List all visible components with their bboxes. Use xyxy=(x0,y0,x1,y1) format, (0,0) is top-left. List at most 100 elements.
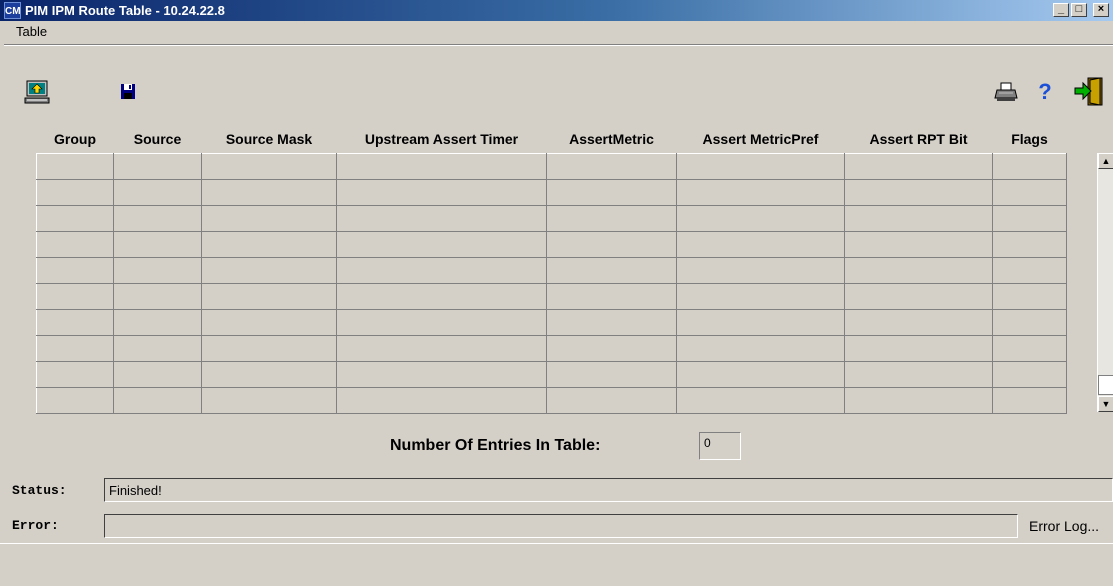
table-cell[interactable] xyxy=(336,179,547,206)
minimize-button[interactable]: _ xyxy=(1053,3,1069,17)
table-cell[interactable] xyxy=(201,309,337,336)
table-cell[interactable] xyxy=(546,309,677,336)
title-bar[interactable]: CM PIM IPM Route Table - 10.24.22.8 _ □ … xyxy=(0,0,1113,21)
scroll-thumb[interactable] xyxy=(1098,375,1113,395)
table-cell[interactable] xyxy=(336,257,547,284)
table-cell[interactable] xyxy=(36,283,114,310)
table-cell[interactable] xyxy=(844,361,993,388)
table-cell[interactable] xyxy=(676,309,845,336)
table-row[interactable] xyxy=(36,179,1067,206)
table-cell[interactable] xyxy=(201,257,337,284)
table-cell[interactable] xyxy=(676,361,845,388)
maximize-button[interactable]: □ xyxy=(1071,3,1087,17)
table-cell[interactable] xyxy=(992,387,1067,414)
table-cell[interactable] xyxy=(844,387,993,414)
table-cell[interactable] xyxy=(844,257,993,284)
table-cell[interactable] xyxy=(113,309,202,336)
table-cell[interactable] xyxy=(113,257,202,284)
table-cell[interactable] xyxy=(844,231,993,258)
table-cell[interactable] xyxy=(676,231,845,258)
table-row[interactable] xyxy=(36,387,1067,414)
table-cell[interactable] xyxy=(336,153,547,180)
table-row[interactable] xyxy=(36,361,1067,388)
table-cell[interactable] xyxy=(546,283,677,310)
error-log-button[interactable]: Error Log... xyxy=(1029,518,1099,534)
table-row[interactable] xyxy=(36,205,1067,232)
table-cell[interactable] xyxy=(201,205,337,232)
table-cell[interactable] xyxy=(992,205,1067,232)
table-row[interactable] xyxy=(36,335,1067,362)
table-cell[interactable] xyxy=(201,283,337,310)
table-cell[interactable] xyxy=(201,387,337,414)
table-cell[interactable] xyxy=(546,257,677,284)
table-cell[interactable] xyxy=(113,335,202,362)
table-cell[interactable] xyxy=(844,335,993,362)
table-cell[interactable] xyxy=(336,283,547,310)
table-cell[interactable] xyxy=(546,153,677,180)
table-cell[interactable] xyxy=(992,257,1067,284)
column-header-assert-metric-pref[interactable]: Assert MetricPref xyxy=(677,125,845,154)
table-cell[interactable] xyxy=(676,283,845,310)
table-cell[interactable] xyxy=(844,309,993,336)
table-cell[interactable] xyxy=(676,179,845,206)
table-cell[interactable] xyxy=(201,231,337,258)
scroll-up-button[interactable]: ▲ xyxy=(1098,153,1113,169)
table-cell[interactable] xyxy=(36,205,114,232)
table-cell[interactable] xyxy=(992,179,1067,206)
route-table[interactable]: Group Source Source Mask Upstream Assert… xyxy=(36,125,1067,421)
table-cell[interactable] xyxy=(546,335,677,362)
table-cell[interactable] xyxy=(336,335,547,362)
table-row[interactable] xyxy=(36,257,1067,284)
table-cell[interactable] xyxy=(676,335,845,362)
column-header-source[interactable]: Source xyxy=(114,125,202,154)
table-cell[interactable] xyxy=(676,153,845,180)
exit-button[interactable] xyxy=(1072,76,1103,106)
table-cell[interactable] xyxy=(201,179,337,206)
table-cell[interactable] xyxy=(844,205,993,232)
table-cell[interactable] xyxy=(36,231,114,258)
table-cell[interactable] xyxy=(36,361,114,388)
table-cell[interactable] xyxy=(992,335,1067,362)
table-cell[interactable] xyxy=(992,231,1067,258)
table-cell[interactable] xyxy=(113,387,202,414)
table-cell[interactable] xyxy=(113,283,202,310)
table-cell[interactable] xyxy=(336,361,547,388)
table-cell[interactable] xyxy=(36,257,114,284)
print-button[interactable] xyxy=(993,80,1021,108)
scroll-down-button[interactable]: ▼ xyxy=(1098,396,1113,412)
table-cell[interactable] xyxy=(36,309,114,336)
table-row[interactable] xyxy=(36,231,1067,258)
table-row[interactable] xyxy=(36,309,1067,336)
table-cell[interactable] xyxy=(336,387,547,414)
menu-table[interactable]: Table xyxy=(16,24,47,39)
table-cell[interactable] xyxy=(844,179,993,206)
table-cell[interactable] xyxy=(113,361,202,388)
table-cell[interactable] xyxy=(201,335,337,362)
table-cell[interactable] xyxy=(113,205,202,232)
app-icon[interactable]: CM xyxy=(4,2,21,19)
table-cell[interactable] xyxy=(992,361,1067,388)
table-cell[interactable] xyxy=(36,387,114,414)
retrieve-button[interactable] xyxy=(24,78,52,106)
table-cell[interactable] xyxy=(113,153,202,180)
column-header-upstream-assert-timer[interactable]: Upstream Assert Timer xyxy=(337,125,547,154)
table-cell[interactable] xyxy=(201,153,337,180)
table-cell[interactable] xyxy=(336,231,547,258)
table-cell[interactable] xyxy=(36,153,114,180)
column-header-assert-metric[interactable]: AssertMetric xyxy=(547,125,677,154)
table-cell[interactable] xyxy=(844,283,993,310)
column-header-group[interactable]: Group xyxy=(37,125,114,154)
table-cell[interactable] xyxy=(201,361,337,388)
table-cell[interactable] xyxy=(546,179,677,206)
column-header-assert-rpt-bit[interactable]: Assert RPT Bit xyxy=(845,125,993,154)
table-cell[interactable] xyxy=(546,361,677,388)
table-cell[interactable] xyxy=(36,179,114,206)
column-header-source-mask[interactable]: Source Mask xyxy=(202,125,337,154)
column-header-flags[interactable]: Flags xyxy=(993,125,1067,154)
table-row[interactable] xyxy=(36,283,1067,310)
help-button[interactable]: ? xyxy=(1031,80,1059,108)
table-cell[interactable] xyxy=(992,153,1067,180)
table-cell[interactable] xyxy=(546,387,677,414)
table-row[interactable] xyxy=(36,153,1067,180)
table-cell[interactable] xyxy=(336,205,547,232)
